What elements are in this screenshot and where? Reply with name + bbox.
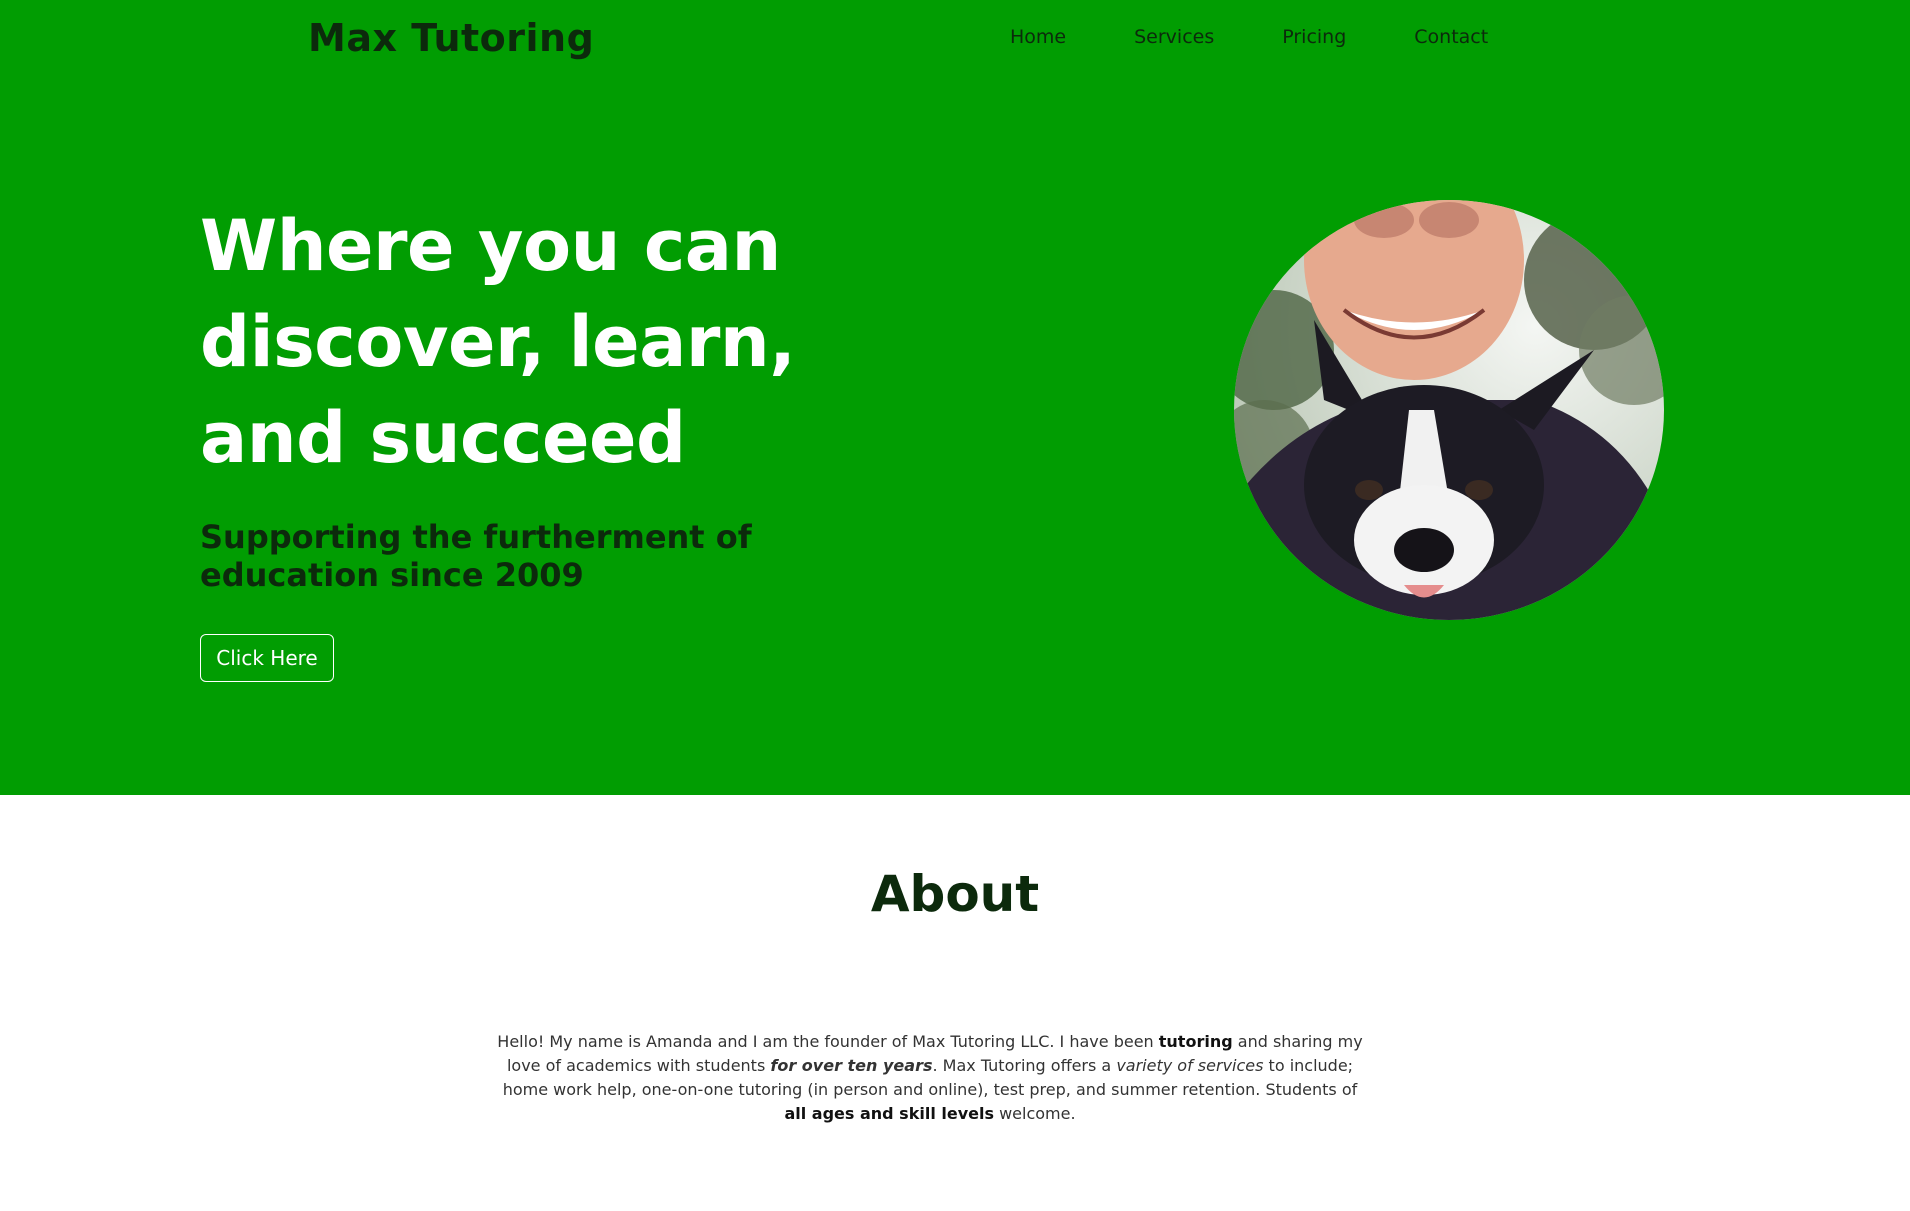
about-section: About Hello! My name is Amanda and I am …: [0, 795, 1910, 1211]
about-title: About: [870, 865, 1040, 923]
hero-subheadline: Supporting the furtherment of education …: [200, 518, 752, 594]
hero-headline: Where you can discover, learn, and succe…: [200, 205, 796, 479]
services-emphasis: variety of services: [1116, 1056, 1264, 1075]
years-emphasis: for over ten years: [770, 1056, 933, 1075]
nav-home[interactable]: Home: [1010, 26, 1066, 48]
tutoring-emphasis: tutoring: [1158, 1032, 1233, 1051]
ages-emphasis: all ages and skill levels: [784, 1104, 994, 1123]
hero-photo: [1234, 200, 1664, 620]
about-paragraph: Hello! My name is Amanda and I am the fo…: [497, 1032, 1363, 1123]
main-nav: Home Services Pricing Contact: [1010, 26, 1556, 48]
nav-contact[interactable]: Contact: [1414, 26, 1488, 48]
click-here-button[interactable]: Click Here: [200, 634, 334, 682]
hero-section: Max Tutoring Home Services Pricing Conta…: [0, 0, 1910, 795]
nav-pricing[interactable]: Pricing: [1282, 26, 1346, 48]
nav-services[interactable]: Services: [1134, 26, 1214, 48]
brand-logo[interactable]: Max Tutoring: [308, 16, 594, 60]
